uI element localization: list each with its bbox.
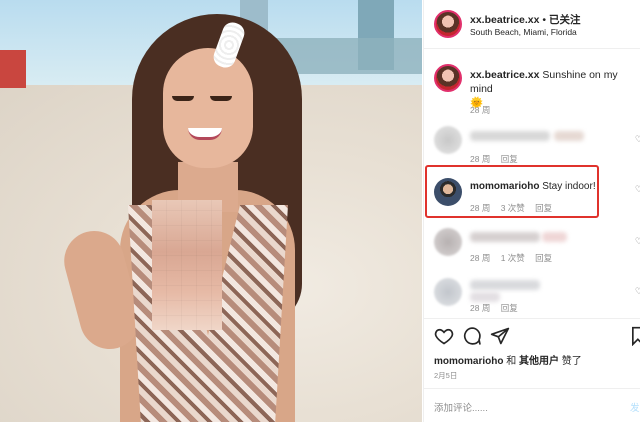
redacted-comment-text <box>470 280 540 290</box>
comment-item: ♡ 28 周 1 次赞 回复 <box>424 224 640 266</box>
add-comment-input[interactable]: 添加评论...... <box>434 400 629 416</box>
redacted-comment-text <box>470 232 540 242</box>
caption-time: 28 周 <box>470 105 491 115</box>
author-username[interactable]: xx.beatrice.xx <box>470 14 539 26</box>
redacted-comment-text <box>542 232 567 242</box>
caption-username[interactable]: xx.beatrice.xx <box>470 69 539 81</box>
likes-summary: momomarioho 和 其他用户 赞了 <box>434 352 582 367</box>
comment-time: 28 周 <box>470 253 491 263</box>
reply-button[interactable]: 回复 <box>501 303 518 313</box>
highlight-box <box>425 165 599 218</box>
liker-username[interactable]: momomarioho <box>434 356 503 367</box>
post-comment-button[interactable]: 发 <box>630 400 640 414</box>
likes-conjunction: 和 <box>506 356 517 367</box>
photo-eye <box>172 96 194 101</box>
action-bar <box>434 326 640 346</box>
other-likers-link[interactable]: 其他用户 <box>519 356 559 367</box>
comment-bubble-icon[interactable] <box>462 326 482 346</box>
post-caption: xx.beatrice.xx Sunshine on my mind 🌞 28 … <box>424 62 640 115</box>
follow-status-button[interactable]: 已关注 <box>549 14 581 26</box>
photo-eye <box>210 96 232 101</box>
comment-like-count[interactable]: 1 次赞 <box>501 253 525 263</box>
photo-face <box>163 48 253 168</box>
commenter-avatar[interactable] <box>434 278 462 306</box>
like-heart-icon[interactable] <box>434 326 454 346</box>
comment-item: ♡ 28 周 回复 <box>424 274 640 316</box>
comment-time: 28 周 <box>470 154 491 164</box>
comment-item: ♡ 28 周 回复 <box>424 122 640 164</box>
post-photo[interactable] <box>0 0 422 422</box>
post-date: 2月5日 <box>434 371 458 380</box>
bookmark-icon[interactable] <box>630 326 640 346</box>
share-send-icon[interactable] <box>490 326 510 346</box>
header-separator: • <box>542 14 547 26</box>
header-divider <box>424 48 640 49</box>
redacted-comment-text <box>554 131 584 141</box>
reply-button[interactable]: 回复 <box>501 154 518 164</box>
like-heart-icon[interactable]: ♡ <box>635 286 640 297</box>
commenter-avatar[interactable] <box>434 228 462 256</box>
author-avatar[interactable] <box>434 10 462 38</box>
redacted-comment-text <box>470 292 500 302</box>
like-heart-icon[interactable]: ♡ <box>635 236 640 247</box>
actions-divider <box>424 318 640 319</box>
comment-box-divider <box>424 388 640 389</box>
redacted-comment-text <box>470 131 550 141</box>
likes-suffix: 赞了 <box>561 356 582 367</box>
caption-avatar[interactable] <box>434 64 462 92</box>
photo-lifeguard-tower <box>0 50 26 88</box>
post-location[interactable]: South Beach, Miami, Florida <box>470 27 577 37</box>
commenter-avatar[interactable] <box>434 126 462 154</box>
like-heart-icon[interactable]: ♡ <box>635 184 640 195</box>
like-heart-icon[interactable]: ♡ <box>635 134 640 145</box>
reply-button[interactable]: 回复 <box>535 253 552 263</box>
post-header: xx.beatrice.xx • 已关注 South Beach, Miami,… <box>424 0 640 48</box>
comment-time: 28 周 <box>470 303 491 313</box>
photo-censor-mosaic <box>152 200 222 330</box>
